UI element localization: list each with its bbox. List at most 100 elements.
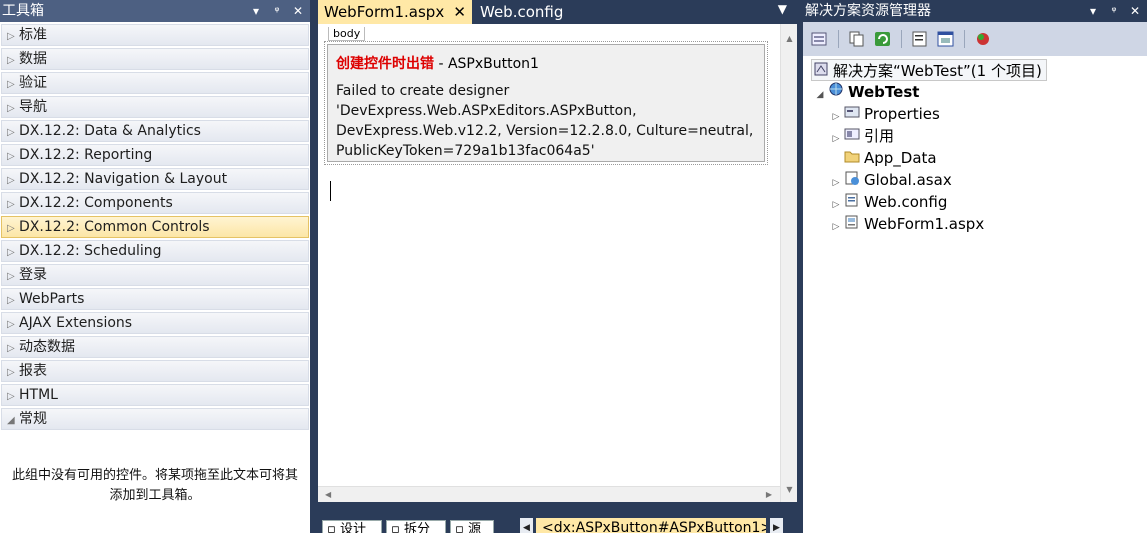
collapsed-arrow-icon[interactable]: ▷ (7, 171, 19, 191)
collapsed-arrow-icon[interactable]: ▷ (7, 123, 19, 143)
toolbox-group-list: ▷ 标准 ▷ 数据 ▷ 验证 ▷ 导航 ▷ DX.12.2: Data & Analytics ▷ D… (0, 22, 310, 430)
horizontal-scrollbar[interactable]: ◀ ▶ (318, 486, 780, 502)
scroll-right-icon[interactable]: ▶ (766, 487, 772, 503)
design-surface[interactable]: body 创建控件时出错 - ASPxButton1 Failed to cre… (318, 24, 797, 502)
toolbox-group[interactable]: ▷ WebParts (1, 288, 309, 310)
scroll-left-icon[interactable]: ◀ (325, 487, 331, 503)
project-node[interactable]: ◢ WebTest (803, 81, 1147, 103)
toolbox-group-label: DX.12.2: Components (19, 195, 173, 211)
solution-node[interactable]: 解决方案“WebTest”(1 个项目) (811, 59, 1047, 81)
show-all-files-icon[interactable] (846, 28, 868, 50)
scroll-up-icon[interactable]: ▲ (781, 30, 798, 47)
collapsed-arrow-icon[interactable]: ▷ (7, 219, 19, 239)
toolbox-group[interactable]: ▷ DX.12.2: Reporting (1, 144, 309, 166)
toolbox-group-label: DX.12.2: Data & Analytics (19, 123, 201, 139)
source-view-button[interactable]: ▫ 源 (450, 520, 494, 533)
toolbox-group[interactable]: ▷ 登录 (1, 264, 309, 286)
split-view-button[interactable]: ▫ 拆分 (386, 520, 446, 533)
split-view-icon: ▫ (391, 522, 404, 533)
tree-item[interactable]: ▷ Global.asax (803, 169, 1147, 191)
toolbox-group[interactable]: ▷ HTML (1, 384, 309, 406)
tree-item-label: 引用 (864, 127, 895, 145)
collapsed-arrow-icon[interactable]: ▷ (7, 75, 19, 95)
scroll-down-icon[interactable]: ▼ (781, 481, 798, 498)
collapsed-arrow-icon[interactable]: ▷ (7, 267, 19, 287)
tree-item-label: Properties (864, 105, 940, 123)
error-line: 'DevExpress.Web.ASPxEditors.ASPxButton, (336, 103, 637, 119)
expanded-arrow-icon[interactable]: ◢ (7, 411, 19, 431)
toolbox-group[interactable]: ▷ 报表 (1, 360, 309, 382)
toolbox-empty-message: 此组中没有可用的控件。将某项拖至此文本可将其添加到工具箱。 (11, 468, 298, 503)
tab-webform1-aspx[interactable]: WebForm1.aspx ✕ (318, 0, 472, 24)
toolbox-group[interactable]: ◢ 常规 (1, 408, 309, 430)
project-label: WebTest (848, 83, 920, 101)
toolbox-group[interactable]: ▷ 验证 (1, 72, 309, 94)
properties-icon (843, 105, 861, 127)
toolbox-group[interactable]: ▷ DX.12.2: Components (1, 192, 309, 214)
collapsed-arrow-icon[interactable]: ▷ (7, 147, 19, 167)
design-view-icon: ▫ (327, 522, 340, 533)
tab-web-config[interactable]: Web.config (474, 0, 569, 24)
config-file-icon (843, 193, 861, 215)
collapsed-arrow-icon[interactable]: ▷ (7, 51, 19, 71)
pin-icon[interactable]: ᵠ (271, 0, 283, 22)
toolbox-group-label: WebParts (19, 291, 85, 307)
class-diagram-icon[interactable] (972, 28, 994, 50)
tree-item[interactable]: ▷ WebForm1.aspx (803, 213, 1147, 235)
collapsed-arrow-icon[interactable]: ▷ (7, 387, 19, 407)
tree-item[interactable]: ▷ Web.config (803, 191, 1147, 213)
window-position-dropdown-icon[interactable]: ▾ (1087, 0, 1099, 22)
close-icon[interactable]: ✕ (292, 0, 304, 22)
pin-icon[interactable]: ᵠ (1108, 0, 1120, 22)
source-view-icon: ▫ (455, 522, 468, 533)
tab-list-dropdown-icon[interactable]: ▼ (778, 2, 787, 16)
collapsed-arrow-icon[interactable]: ▷ (7, 339, 19, 359)
tree-item[interactable]: ▷ 引用 (803, 125, 1147, 147)
error-line: PublicKeyToken=729a1b13fac064a5' (336, 143, 595, 159)
toolbox-group[interactable]: ▷ 动态数据 (1, 336, 309, 358)
toolbox-group[interactable]: ▷ DX.12.2: Data & Analytics (1, 120, 309, 142)
toolbox-group[interactable]: ▷ DX.12.2: Navigation & Layout (1, 168, 309, 190)
collapsed-arrow-icon[interactable]: ▷ (7, 291, 19, 311)
collapsed-arrow-icon[interactable]: ▷ (7, 243, 19, 263)
properties-window-icon[interactable] (809, 28, 831, 50)
body-tag-label[interactable]: body (328, 27, 366, 41)
window-position-dropdown-icon[interactable]: ▾ (250, 0, 262, 22)
tree-item-label: WebForm1.aspx (864, 215, 985, 233)
toolbox-group-label: 验证 (19, 75, 47, 91)
toolbox-group[interactable]: ▷ 导航 (1, 96, 309, 118)
collapsed-arrow-icon[interactable]: ▷ (7, 27, 19, 47)
tab-close-icon[interactable]: ✕ (453, 0, 466, 24)
collapsed-arrow-icon[interactable]: ▷ (7, 99, 19, 119)
toolbox-group[interactable]: ▷ 标准 (1, 24, 309, 46)
expand-arrow-icon[interactable]: ▷ (829, 216, 843, 238)
toolbox-group-label: 登录 (19, 267, 47, 283)
tag-breadcrumb[interactable]: <dx:ASPxButton#ASPxButton1> (536, 518, 766, 533)
toolbar-separator (838, 30, 839, 48)
view-code-icon[interactable] (909, 28, 931, 50)
vertical-scrollbar[interactable]: ▲ ▼ (780, 24, 797, 502)
collapsed-arrow-icon[interactable]: ▷ (7, 363, 19, 383)
error-message: Failed to create designer 'DevExpress.We… (336, 81, 756, 161)
collapsed-arrow-icon[interactable]: ▷ (7, 315, 19, 335)
toolbox-group-label: 标准 (19, 27, 47, 43)
breadcrumb-right-icon[interactable]: ▶ (770, 518, 783, 533)
refresh-icon[interactable] (872, 28, 894, 50)
split-view-label: 拆分 (403, 522, 430, 533)
solution-explorer-toolbar (803, 22, 1147, 56)
collapsed-arrow-icon[interactable]: ▷ (7, 195, 19, 215)
toolbox-group[interactable]: ▷ 数据 (1, 48, 309, 70)
control-error-box[interactable]: 创建控件时出错 - ASPxButton1 Failed to create d… (324, 41, 768, 165)
toolbox-group[interactable]: ▷ DX.12.2: Common Controls (1, 216, 309, 238)
toolbox-group[interactable]: ▷ AJAX Extensions (1, 312, 309, 334)
editor-area: WebForm1.aspx ✕ Web.config ▼ body 创建控件时出… (316, 0, 797, 533)
breadcrumb-left-icon[interactable]: ◀ (520, 518, 533, 533)
view-designer-icon[interactable] (935, 28, 957, 50)
solution-label: 解决方案“WebTest”(1 个项目) (833, 62, 1042, 80)
design-view-button[interactable]: ▫ 设计 (322, 520, 382, 533)
toolbox-group[interactable]: ▷ DX.12.2: Scheduling (1, 240, 309, 262)
close-icon[interactable]: ✕ (1129, 0, 1141, 22)
tree-item-label: App_Data (864, 149, 937, 167)
tree-item[interactable]: ▷ Properties (803, 103, 1147, 125)
tree-item[interactable]: App_Data (803, 147, 1147, 169)
